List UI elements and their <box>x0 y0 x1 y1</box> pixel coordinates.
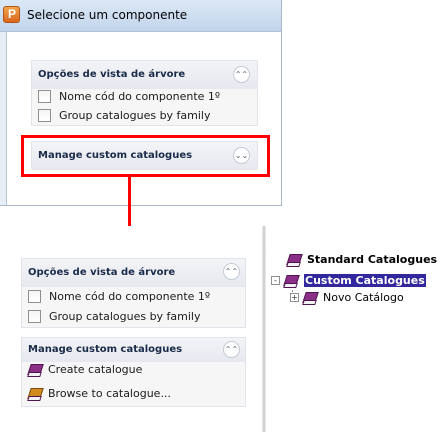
option-group-by-family[interactable]: Group catalogues by family <box>28 308 201 324</box>
collapse-minus-icon[interactable]: - <box>271 276 280 285</box>
catalogue-book-icon <box>303 291 317 304</box>
highlight-box <box>21 135 270 177</box>
tree-options-title: Opções de vista de árvore <box>28 267 176 278</box>
browse-catalogue-link[interactable]: Browse to catalogue... <box>28 385 171 401</box>
app-icon <box>3 6 20 23</box>
tree-node-novo-catalogo[interactable]: + Novo Catálogo <box>290 290 404 305</box>
tree-options-header[interactable]: Opções de vista de árvore ⌃⌃ <box>32 61 257 89</box>
option-component-code[interactable]: Nome cód do componente 1º <box>38 88 220 104</box>
tree-node-label: Novo Catálogo <box>323 291 404 304</box>
collapse-chevron-up-icon[interactable]: ⌃⌃ <box>233 66 250 83</box>
tree-options-pane: Opções de vista de árvore ⌃⌃ Nome cód do… <box>31 60 258 126</box>
expand-plus-icon[interactable]: + <box>290 293 299 302</box>
option-component-code[interactable]: Nome cód do componente 1º <box>28 288 210 304</box>
tree-node-label: Custom Catalogues <box>303 273 427 288</box>
tree-node-standard-catalogues[interactable]: Standard Catalogues <box>287 252 437 267</box>
checkbox[interactable] <box>28 309 41 323</box>
catalogue-book-icon <box>28 363 42 376</box>
collapse-chevron-up-icon[interactable]: ⌃⌃ <box>223 263 240 280</box>
option-label: Group catalogues by family <box>59 108 211 122</box>
option-label: Nome cód do componente 1º <box>59 89 221 103</box>
tree-options-header[interactable]: Opções de vista de árvore ⌃⌃ <box>22 259 245 287</box>
catalogue-book-icon <box>287 253 301 266</box>
tree-options-title: Opções de vista de árvore <box>38 69 186 80</box>
title-bar: Selecione um componente <box>0 0 281 32</box>
window-title: Selecione um componente <box>27 8 188 22</box>
option-label: Group catalogues by family <box>49 309 201 323</box>
option-group-by-family[interactable]: Group catalogues by family <box>38 107 211 123</box>
checkbox[interactable] <box>38 89 51 103</box>
link-label: Browse to catalogue... <box>48 386 171 400</box>
option-label: Nome cód do componente 1º <box>49 289 211 303</box>
browse-book-icon <box>28 387 42 400</box>
create-catalogue-link[interactable]: Create catalogue <box>28 361 142 377</box>
tree-node-custom-catalogues[interactable]: - Custom Catalogues <box>271 273 427 288</box>
catalogue-book-icon <box>284 274 298 287</box>
manage-catalogues-header[interactable]: Manage custom catalogues ⌃⌃ <box>22 338 245 362</box>
checkbox[interactable] <box>38 108 51 122</box>
collapse-chevron-up-icon[interactable]: ⌃⌃ <box>223 341 240 358</box>
link-label: Create catalogue <box>48 362 143 376</box>
manage-catalogues-title: Manage custom catalogues <box>28 344 183 355</box>
tree-options-pane-expanded: Opções de vista de árvore ⌃⌃ Nome cód do… <box>21 258 246 328</box>
splitter[interactable] <box>262 226 266 432</box>
tree-node-label: Standard Catalogues <box>307 253 438 266</box>
checkbox[interactable] <box>28 289 41 303</box>
manage-catalogues-pane-expanded: Manage custom catalogues ⌃⌃ Create catal… <box>21 337 246 407</box>
